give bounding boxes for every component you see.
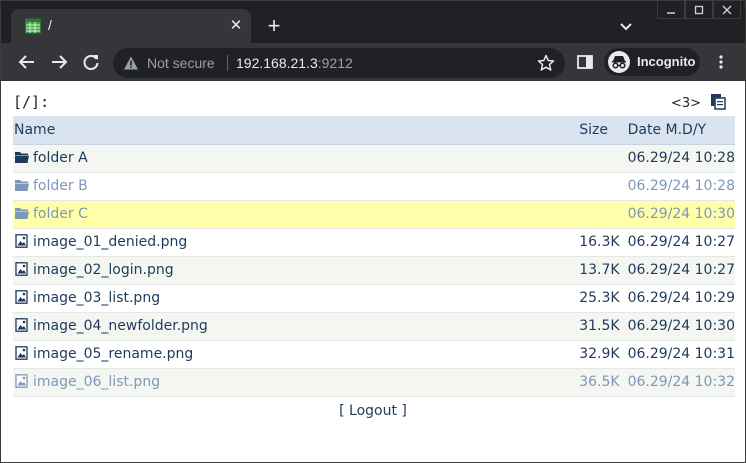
- back-arrow-icon[interactable]: [16, 51, 38, 73]
- folder-icon: [15, 152, 29, 163]
- file-size-cell: 31.5K: [579, 312, 628, 341]
- file-name-link[interactable]: image_01_denied.png: [33, 234, 187, 250]
- file-name-cell[interactable]: folder C: [13, 200, 580, 229]
- close-window-icon[interactable]: [713, 1, 741, 19]
- address-bar[interactable]: Not secure 192.168.21.3:9212: [113, 48, 565, 78]
- folder-row[interactable]: folder A 06.29/24 10:28: [13, 144, 735, 173]
- new-tab-button[interactable]: +: [263, 15, 285, 37]
- file-row[interactable]: image_06_list.png 36.5K 06.29/24 10:32: [13, 368, 735, 397]
- image-file-icon: [15, 262, 28, 276]
- file-name-link[interactable]: image_02_login.png: [33, 262, 174, 278]
- warning-icon[interactable]: [123, 55, 139, 71]
- file-name-cell[interactable]: folder A: [13, 144, 580, 173]
- file-size-cell: [579, 144, 628, 173]
- file-size-cell: [579, 200, 628, 229]
- star-icon[interactable]: [537, 54, 555, 72]
- clipboard-icon[interactable]: [710, 93, 726, 110]
- folder-row[interactable]: folder B 06.29/24 10:28: [13, 172, 735, 201]
- file-name-cell[interactable]: image_03_list.png: [13, 284, 580, 313]
- file-date-cell: 06.29/24 10:27: [627, 256, 735, 285]
- omnibox-divider: [227, 55, 228, 71]
- file-date-cell: 06.29/24 10:30: [627, 200, 735, 229]
- file-size-cell: 32.9K: [579, 340, 628, 369]
- page-content: [/]: <3> Name Size Date M.D/Y folder A 06…: [1, 81, 745, 462]
- logout-link[interactable]: [ Logout ]: [1, 403, 745, 419]
- current-path: [/]:: [13, 93, 50, 111]
- column-header-name[interactable]: Name: [13, 116, 580, 145]
- file-name-link[interactable]: image_04_newfolder.png: [33, 318, 208, 334]
- file-size-cell: 13.7K: [579, 256, 628, 285]
- folder-icon: [15, 180, 29, 191]
- title-bar: / ✕ +: [1, 1, 745, 43]
- browser-toolbar: Not secure 192.168.21.3:9212 Incognito: [1, 43, 745, 81]
- table-header: Name Size Date M.D/Y: [13, 116, 735, 145]
- file-row[interactable]: image_02_login.png 13.7K 06.29/24 10:27: [13, 256, 735, 285]
- file-size-cell: 16.3K: [579, 228, 628, 257]
- restore-icon[interactable]: [685, 1, 713, 19]
- file-date-cell: 06.29/24 10:29: [627, 284, 735, 313]
- close-icon[interactable]: ✕: [225, 15, 247, 37]
- browser-window: / ✕ + Not secure 192.168.21.3:9212 Incog…: [0, 0, 746, 463]
- url-text[interactable]: 192.168.21.3:9212: [236, 55, 353, 71]
- file-date-cell: 06.29/24 10:31: [627, 340, 735, 369]
- file-name-cell[interactable]: image_06_list.png: [13, 368, 580, 397]
- file-name-link[interactable]: image_05_rename.png: [33, 346, 193, 362]
- image-file-icon: [15, 234, 28, 248]
- file-name-link[interactable]: folder C: [33, 206, 88, 222]
- file-row[interactable]: image_05_rename.png 32.9K 06.29/24 10:31: [13, 340, 735, 369]
- forward-arrow-icon[interactable]: [48, 51, 70, 73]
- image-file-icon: [15, 374, 28, 388]
- file-name-link[interactable]: folder A: [33, 150, 88, 166]
- security-label[interactable]: Not secure: [147, 55, 215, 71]
- file-name-link[interactable]: image_06_list.png: [33, 374, 160, 390]
- file-name-cell[interactable]: image_01_denied.png: [13, 228, 580, 257]
- file-name-cell[interactable]: image_05_rename.png: [13, 340, 580, 369]
- file-date-cell: 06.29/24 10:27: [627, 228, 735, 257]
- file-date-cell: 06.29/24 10:30: [627, 312, 735, 341]
- file-name-cell[interactable]: image_04_newfolder.png: [13, 312, 580, 341]
- image-file-icon: [15, 318, 28, 332]
- file-row[interactable]: image_03_list.png 25.3K 06.29/24 10:29: [13, 284, 735, 313]
- minimize-icon[interactable]: [657, 1, 685, 19]
- folder-row[interactable]: folder C 06.29/24 10:30: [13, 200, 735, 229]
- file-table: Name Size Date M.D/Y folder A 06.29/24 10…: [13, 116, 735, 397]
- folder-icon: [15, 208, 29, 219]
- file-name-cell[interactable]: folder B: [13, 172, 580, 201]
- file-date-cell: 06.29/24 10:32: [627, 368, 735, 397]
- file-name-link[interactable]: folder B: [33, 178, 88, 194]
- chevron-down-icon[interactable]: [615, 16, 637, 38]
- incognito-icon: [608, 51, 630, 73]
- url-port: :9212: [317, 55, 353, 71]
- incognito-badge[interactable]: Incognito: [604, 48, 700, 76]
- file-name-cell[interactable]: image_02_login.png: [13, 256, 580, 285]
- column-header-size[interactable]: Size: [579, 116, 628, 145]
- window-controls: [657, 1, 741, 19]
- column-header-date[interactable]: Date M.D/Y: [627, 116, 735, 145]
- file-row[interactable]: image_04_newfolder.png 31.5K 06.29/24 10:3…: [13, 312, 735, 341]
- file-size-cell: 25.3K: [579, 284, 628, 313]
- tab-title: /: [48, 17, 52, 33]
- item-count: <3>: [671, 96, 702, 111]
- image-file-icon: [15, 346, 28, 360]
- file-date-cell: 06.29/24 10:28: [627, 144, 735, 173]
- reload-icon[interactable]: [80, 51, 102, 73]
- kebab-menu-icon[interactable]: [715, 54, 727, 70]
- file-size-cell: [579, 172, 628, 201]
- side-panel-icon[interactable]: [577, 54, 593, 70]
- image-file-icon: [15, 290, 28, 304]
- spreadsheet-icon: [25, 18, 41, 34]
- file-date-cell: 06.29/24 10:28: [627, 172, 735, 201]
- file-row[interactable]: image_01_denied.png 16.3K 06.29/24 10:27: [13, 228, 735, 257]
- url-host: 192.168.21.3: [236, 55, 318, 71]
- incognito-label: Incognito: [637, 54, 696, 69]
- file-size-cell: 36.5K: [579, 368, 628, 397]
- file-name-link[interactable]: image_03_list.png: [33, 290, 160, 306]
- tab-active[interactable]: / ✕: [11, 9, 251, 43]
